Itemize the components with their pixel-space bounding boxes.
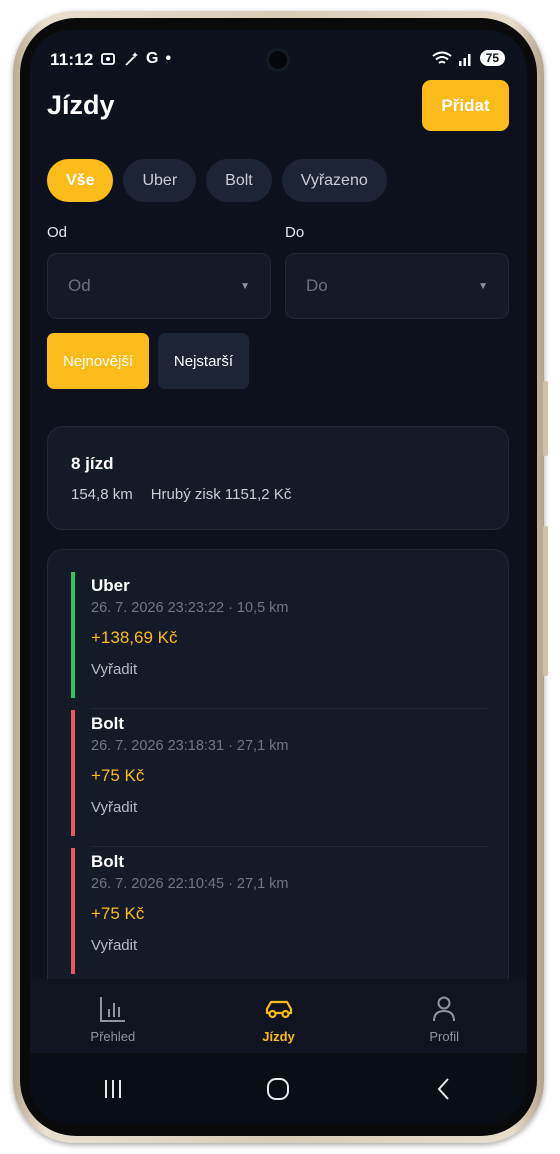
to-date-select[interactable]: Do ▼: [285, 253, 509, 319]
status-system-icons: 75: [432, 50, 505, 66]
to-date-placeholder: Do: [306, 276, 328, 295]
exclude-ride-button[interactable]: Vyřadit: [91, 937, 137, 954]
camera-cutout: [266, 48, 290, 72]
ride-source: Bolt: [91, 714, 125, 733]
rides-list: Uber 26. 7. 2026 23:23:22 · 10,5 km +138…: [47, 549, 509, 1009]
ride-source: Bolt: [91, 852, 125, 871]
home-icon: [267, 1077, 290, 1100]
car-icon: [265, 1000, 292, 1019]
ride-accent-bar: [71, 710, 75, 836]
home-button[interactable]: [248, 1069, 308, 1109]
sort-newest-button[interactable]: Nejnovější: [47, 333, 149, 389]
chip-uber[interactable]: Uber: [123, 159, 197, 202]
sort-oldest-button[interactable]: Nejstarší: [158, 333, 249, 389]
google-icon: G: [146, 50, 159, 67]
volume-button: [543, 381, 548, 456]
nav-rides[interactable]: Jízdy: [196, 979, 362, 1053]
to-label: Do: [285, 224, 305, 241]
list-item[interactable]: Uber 26. 7. 2026 23:23:22 · 10,5 km +138…: [71, 572, 487, 709]
exclude-ride-button[interactable]: Vyřadit: [91, 799, 137, 816]
nav-rides-label: Jízdy: [262, 1029, 295, 1044]
ride-source: Uber: [91, 576, 130, 595]
ride-meta: 26. 7. 2026 23:18:31 · 27,1 km: [91, 738, 289, 754]
ride-amount: +75 Kč: [91, 766, 145, 785]
chevron-down-icon: ▼: [478, 280, 488, 292]
chip-excluded[interactable]: Vyřazeno: [281, 159, 387, 202]
ride-amount: +75 Kč: [91, 904, 145, 923]
nav-profile[interactable]: Profil: [361, 979, 527, 1053]
app-screen: 11:12 G • 75 Jízdy Přidat Vše Uber Bolt …: [30, 30, 527, 1124]
status-time: 11:12: [50, 50, 94, 69]
total-distance: 154,8 km: [71, 486, 133, 503]
chart-icon: [99, 997, 125, 1022]
magic-wand-icon: [125, 52, 138, 66]
exclude-ride-button[interactable]: Vyřadit: [91, 661, 137, 678]
back-button[interactable]: [414, 1069, 474, 1109]
profile-icon: [433, 996, 456, 1022]
from-date-placeholder: Od: [68, 276, 91, 295]
chip-bolt[interactable]: Bolt: [206, 159, 272, 202]
ride-count: 8 jízd: [71, 454, 114, 473]
recent-apps-icon: [104, 1079, 121, 1098]
ride-meta: 26. 7. 2026 22:10:45 · 27,1 km: [91, 876, 289, 892]
list-item[interactable]: Bolt 26. 7. 2026 23:18:31 · 27,1 km +75 …: [71, 710, 487, 847]
divider: [91, 708, 487, 709]
dot-icon: •: [165, 50, 172, 67]
divider: [91, 846, 487, 847]
summary-card: 8 jízd 154,8 km Hrubý zisk 1151,2 Kč: [47, 426, 509, 530]
status-notification-icons: G •: [100, 50, 171, 68]
back-icon: [437, 1077, 449, 1100]
gross-profit: Hrubý zisk 1151,2 Kč: [150, 486, 292, 503]
ride-amount: +138,69 Kč: [91, 628, 178, 647]
chevron-down-icon: ▼: [240, 280, 250, 292]
recent-apps-button[interactable]: [83, 1069, 143, 1109]
ride-accent-bar: [71, 572, 75, 698]
from-label: Od: [47, 224, 68, 241]
signal-icon: [458, 53, 471, 66]
ride-meta: 26. 7. 2026 23:23:22 · 10,5 km: [91, 600, 289, 616]
summary-stats: 154,8 km Hrubý zisk 1151,2 Kč: [71, 486, 291, 503]
system-navigation: [30, 1053, 527, 1124]
from-date-select[interactable]: Od ▼: [47, 253, 271, 319]
screenshot-icon: [101, 53, 115, 65]
bottom-navigation: Přehled Jízdy Profil: [30, 979, 527, 1053]
page-title: Jízdy: [47, 90, 115, 120]
wifi-icon: [432, 51, 452, 64]
list-item[interactable]: Bolt 26. 7. 2026 22:10:45 · 27,1 km +75 …: [71, 848, 487, 985]
power-button: [543, 526, 548, 676]
filter-chips: Vše Uber Bolt Vyřazeno: [47, 159, 387, 202]
chip-all[interactable]: Vše: [47, 159, 114, 202]
battery-icon: 75: [479, 50, 505, 66]
nav-profile-label: Profil: [429, 1029, 459, 1044]
ride-accent-bar: [71, 848, 75, 974]
nav-overview[interactable]: Přehled: [30, 979, 196, 1053]
nav-overview-label: Přehled: [90, 1029, 136, 1044]
add-ride-button[interactable]: Přidat: [422, 80, 509, 131]
